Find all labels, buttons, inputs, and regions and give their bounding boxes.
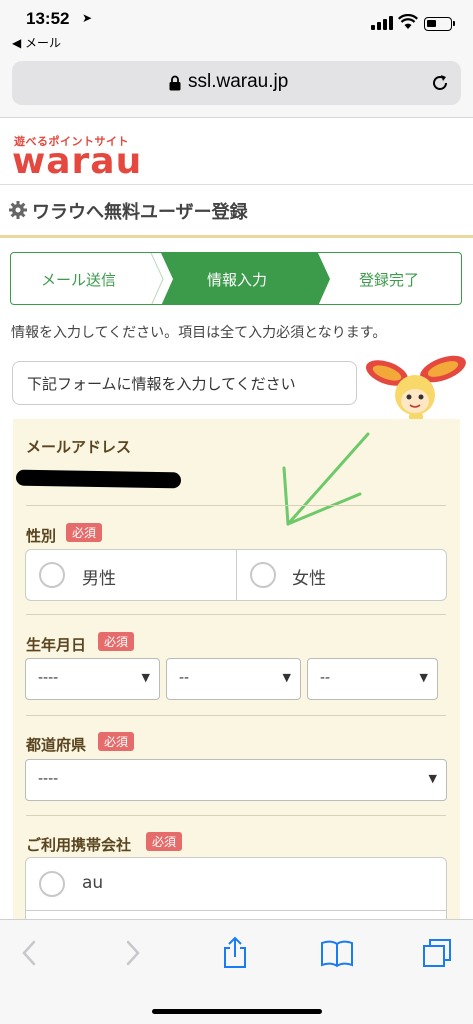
wifi-icon [398, 14, 418, 29]
chevron-down-icon: ▼ [419, 671, 428, 684]
back-to-app-link[interactable]: ◀ メール [12, 34, 61, 51]
divider [26, 815, 446, 816]
address-bar[interactable]: ssl.warau.jp [12, 61, 461, 105]
chevron-down-icon: ▼ [282, 671, 291, 684]
row-separator [26, 910, 446, 911]
required-badge: 必須 [66, 523, 103, 542]
gender-male-label[interactable]: 男性 [82, 564, 116, 589]
gender-female-label[interactable]: 女性 [292, 564, 326, 589]
status-bar: 13:52 ➤ ◀ メール [0, 0, 473, 56]
chevron-down-icon: ▼ [428, 772, 437, 785]
radio-separator [236, 550, 237, 600]
required-badge: 必須 [98, 632, 135, 651]
gender-label: 性別 [26, 527, 57, 545]
tabs-icon[interactable] [421, 936, 453, 970]
birth-day-value: -- [320, 670, 331, 686]
divider [26, 715, 446, 716]
carrier-label: ご利用携帯会社 [26, 836, 132, 854]
reload-icon[interactable] [430, 73, 450, 93]
callout-bubble: 下記フォームに情報を入力してください [12, 361, 357, 405]
birthdate-label: 生年月日 [26, 636, 87, 654]
browser-address-area: ssl.warau.jp [0, 56, 473, 118]
birth-month-value: -- [179, 670, 190, 686]
gender-male-radio[interactable] [39, 562, 65, 588]
gender-female-radio[interactable] [250, 562, 276, 588]
carrier-au-radio[interactable] [39, 871, 65, 897]
site-logo[interactable]: warau [12, 141, 142, 182]
status-time: 13:52 [26, 9, 70, 28]
required-badge: 必須 [146, 832, 183, 851]
site-header: 遊べるポイントサイト warau [0, 119, 473, 185]
required-badge: 必須 [98, 732, 135, 751]
carrier-radio-group: au [25, 857, 447, 924]
instruction-text: 情報を入力してください。項目は全て入力必須となります。 [11, 325, 387, 341]
divider [26, 614, 446, 615]
carrier-au-label[interactable]: au [82, 873, 103, 893]
birth-year-select[interactable]: ---- ▼ [25, 658, 160, 700]
step-info-input: 情報入力 [207, 271, 268, 289]
forward-chevron-icon[interactable] [117, 936, 147, 970]
bookmarks-icon[interactable] [320, 936, 354, 970]
prefecture-select[interactable]: ---- ▼ [25, 759, 447, 801]
step-complete: 登録完了 [359, 271, 420, 289]
prefecture-value: ---- [38, 771, 59, 787]
gear-icon [9, 201, 27, 219]
email-label: メールアドレス [26, 438, 132, 456]
birth-year-value: ---- [38, 670, 59, 686]
step-email-sent: メール送信 [41, 271, 117, 289]
prefecture-label: 都道府県 [26, 736, 87, 754]
share-icon[interactable] [220, 936, 250, 970]
location-arrow-icon: ➤ [82, 11, 93, 25]
home-indicator [152, 1009, 322, 1014]
url-text: ssl.warau.jp [188, 71, 289, 92]
page-title: ワラウへ無料ユーザー登録 [32, 202, 248, 223]
email-redacted [15, 469, 182, 489]
birth-day-select[interactable]: -- ▼ [307, 658, 438, 700]
page-title-bar: ワラウへ無料ユーザー登録 [0, 186, 473, 238]
lock-icon [169, 75, 181, 91]
green-arrow-annotation [282, 432, 370, 526]
divider [26, 505, 446, 506]
progress-steps: メール送信 情報入力 登録完了 [10, 252, 462, 305]
battery-icon [424, 17, 455, 31]
birth-month-select[interactable]: -- ▼ [166, 658, 301, 700]
signal-icon [371, 16, 393, 30]
callout-text: 下記フォームに情報を入力してください [27, 375, 296, 393]
gender-radio-group: 男性 女性 [25, 549, 447, 601]
chevron-down-icon: ▼ [141, 671, 150, 684]
back-chevron-icon[interactable] [15, 936, 45, 970]
